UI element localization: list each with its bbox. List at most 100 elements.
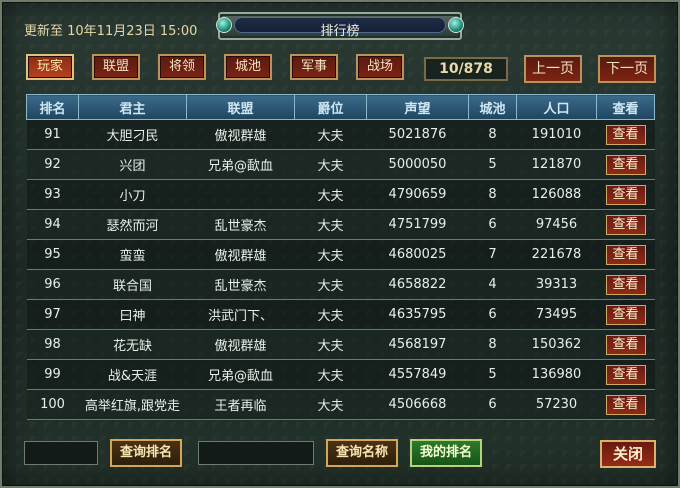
next-page-button[interactable]: 下一页: [598, 55, 656, 83]
alliance-cell: 傲视群雄: [186, 119, 295, 150]
lord-cell: 大胆刁民: [78, 119, 187, 150]
lord-cell: 花无缺: [78, 329, 187, 360]
rank-cell: 92: [26, 149, 79, 180]
query-name-button[interactable]: 查询名称: [326, 439, 398, 467]
table-row: 92 兴团 兄弟@歃血 大夫 5000050 5 121870 查看: [26, 149, 655, 180]
view-cell: 查看: [596, 239, 655, 270]
rank-cell: 93: [26, 179, 79, 210]
alliance-cell: 傲视群雄: [186, 239, 295, 270]
view-button[interactable]: 查看: [605, 304, 646, 325]
title-cell: 大夫: [294, 389, 367, 420]
tab-military[interactable]: 军事: [290, 54, 338, 80]
alliance-cell: 洪武门下、: [186, 299, 295, 330]
lord-cell: 蛮蛮: [78, 239, 187, 270]
cities-cell: 6: [468, 299, 517, 330]
population-cell: 73495: [516, 299, 597, 330]
query-rank-button[interactable]: 查询排名: [110, 439, 182, 467]
col-view: 查看: [596, 94, 655, 120]
title-cell: 大夫: [294, 239, 367, 270]
update-time: 更新至 10年11月23日 15:00: [24, 24, 198, 39]
prev-page-button[interactable]: 上一页: [524, 55, 582, 83]
alliance-cell: 兄弟@歃血: [186, 359, 295, 390]
title-cell: 大夫: [294, 209, 367, 240]
rank-query-input[interactable]: [24, 441, 98, 465]
view-button[interactable]: 查看: [605, 364, 646, 385]
close-button[interactable]: 关闭: [600, 440, 656, 468]
col-rank: 排名: [26, 94, 79, 120]
rank-cell: 96: [26, 269, 79, 300]
prestige-cell: 5021876: [366, 119, 469, 150]
cities-cell: 8: [468, 179, 517, 210]
left-orb-icon: [216, 17, 232, 33]
alliance-cell: 兄弟@歃血: [186, 149, 295, 180]
view-cell: 查看: [596, 149, 655, 180]
view-button[interactable]: 查看: [605, 214, 646, 235]
view-button[interactable]: 查看: [605, 274, 646, 295]
title-cell: 大夫: [294, 329, 367, 360]
cities-cell: 6: [468, 389, 517, 420]
prestige-cell: 5000050: [366, 149, 469, 180]
rank-cell: 98: [26, 329, 79, 360]
prestige-cell: 4680025: [366, 239, 469, 270]
alliance-cell: 乱世豪杰: [186, 209, 295, 240]
view-button[interactable]: 查看: [605, 334, 646, 355]
table-header-row: 排名 君主 联盟 爵位 声望 城池 人口 查看: [26, 94, 655, 120]
lord-cell: 联合国: [78, 269, 187, 300]
col-lord: 君主: [78, 94, 187, 120]
col-prestige: 声望: [366, 94, 469, 120]
view-button[interactable]: 查看: [605, 244, 646, 265]
title-cell: 大夫: [294, 179, 367, 210]
population-cell: 39313: [516, 269, 597, 300]
alliance-cell: 乱世豪杰: [186, 269, 295, 300]
my-rank-button[interactable]: 我的排名: [410, 439, 482, 467]
lord-cell: 曰神: [78, 299, 187, 330]
prestige-cell: 4557849: [366, 359, 469, 390]
cities-cell: 5: [468, 359, 517, 390]
view-cell: 查看: [596, 179, 655, 210]
rank-cell: 94: [26, 209, 79, 240]
title-cell: 大夫: [294, 119, 367, 150]
right-orb-icon: [448, 17, 464, 33]
tab-generals[interactable]: 将领: [158, 54, 206, 80]
table-row: 99 战&天涯 兄弟@歃血 大夫 4557849 5 136980 查看: [26, 359, 655, 390]
panel-title: 排行榜: [320, 24, 360, 39]
view-cell: 查看: [596, 209, 655, 240]
lord-cell: 高举红旗,跟党走: [78, 389, 187, 420]
table-row: 97 曰神 洪武门下、 大夫 4635795 6 73495 查看: [26, 299, 655, 330]
title-cell: 大夫: [294, 149, 367, 180]
cities-cell: 5: [468, 149, 517, 180]
title-cell: 大夫: [294, 359, 367, 390]
alliance-cell: [186, 179, 295, 210]
rank-cell: 100: [26, 389, 79, 420]
tab-alliances[interactable]: 联盟: [92, 54, 140, 80]
title-cell: 大夫: [294, 299, 367, 330]
cities-cell: 4: [468, 269, 517, 300]
view-button[interactable]: 查看: [605, 394, 646, 415]
ranking-table: 排名 君主 联盟 爵位 声望 城池 人口 查看 91 大胆刁民 傲视群雄 大夫 …: [26, 94, 655, 420]
cities-cell: 8: [468, 119, 517, 150]
view-button[interactable]: 查看: [605, 184, 646, 205]
col-alliance: 联盟: [186, 94, 295, 120]
view-button[interactable]: 查看: [605, 124, 646, 145]
population-cell: 126088: [516, 179, 597, 210]
rank-cell: 91: [26, 119, 79, 150]
col-title: 爵位: [294, 94, 367, 120]
tab-players[interactable]: 玩家: [26, 54, 74, 80]
population-cell: 221678: [516, 239, 597, 270]
prestige-cell: 4506668: [366, 389, 469, 420]
view-button[interactable]: 查看: [605, 154, 646, 175]
population-cell: 136980: [516, 359, 597, 390]
cities-cell: 6: [468, 209, 517, 240]
table-row: 91 大胆刁民 傲视群雄 大夫 5021876 8 191010 查看: [26, 119, 655, 150]
title-plate: 排行榜: [234, 17, 446, 39]
table-row: 96 联合国 乱世豪杰 大夫 4658822 4 39313 查看: [26, 269, 655, 300]
name-query-input[interactable]: [198, 441, 314, 465]
population-cell: 57230: [516, 389, 597, 420]
lord-cell: 小刀: [78, 179, 187, 210]
table-row: 95 蛮蛮 傲视群雄 大夫 4680025 7 221678 查看: [26, 239, 655, 270]
tab-battlefield[interactable]: 战场: [356, 54, 404, 80]
title-bar: 排行榜: [216, 12, 464, 40]
prestige-cell: 4658822: [366, 269, 469, 300]
tab-cities[interactable]: 城池: [224, 54, 272, 80]
title-cell: 大夫: [294, 269, 367, 300]
